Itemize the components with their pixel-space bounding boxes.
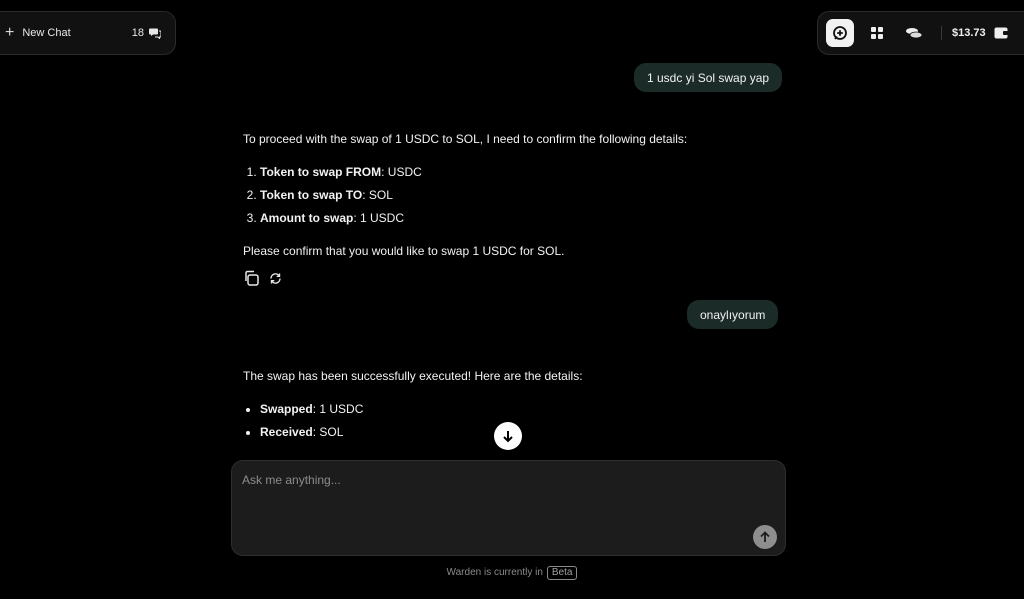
details-list: Token to swap FROM: USDC Token to swap T… bbox=[243, 161, 783, 230]
list-item: Swapped: 1 USDC bbox=[260, 398, 783, 421]
list-item: Token to swap TO: SOL bbox=[260, 184, 783, 207]
footer-note: Warden is currently in Beta bbox=[0, 566, 1024, 580]
coins-icon[interactable] bbox=[900, 19, 928, 47]
arrow-up-icon bbox=[760, 531, 770, 542]
user-message: onaylıyorum bbox=[687, 300, 779, 329]
new-chat-icon[interactable] bbox=[826, 19, 854, 47]
regenerate-icon[interactable] bbox=[269, 272, 282, 285]
send-button[interactable] bbox=[753, 525, 777, 549]
grid-icon[interactable] bbox=[863, 19, 891, 47]
wallet-icon[interactable] bbox=[994, 27, 1008, 39]
top-toolbar: $13.73 bbox=[817, 11, 1024, 55]
copy-icon[interactable] bbox=[243, 270, 260, 287]
message-outro: Please confirm that you would like to sw… bbox=[243, 244, 565, 258]
new-chat-pill: + New Chat 18 bbox=[0, 11, 176, 55]
toolbar-divider bbox=[941, 26, 942, 40]
new-chat-button[interactable]: New Chat bbox=[22, 27, 131, 39]
assistant-message: To proceed with the swap of 1 USDC to SO… bbox=[243, 128, 783, 263]
list-item: Token to swap FROM: USDC bbox=[260, 161, 783, 184]
list-item: Amount to swap: 1 USDC bbox=[260, 207, 783, 230]
chat-count[interactable]: 18 bbox=[132, 27, 144, 39]
message-intro: To proceed with the swap of 1 USDC to SO… bbox=[243, 132, 688, 146]
beta-badge: Beta bbox=[546, 566, 578, 580]
user-message: 1 usdc yi Sol swap yap bbox=[634, 63, 783, 92]
footer-text: Warden is currently in bbox=[446, 567, 543, 578]
message-input[interactable] bbox=[242, 473, 742, 533]
scroll-down-button[interactable] bbox=[494, 422, 522, 450]
chats-icon[interactable] bbox=[149, 27, 161, 39]
arrow-down-icon bbox=[503, 431, 513, 443]
composer bbox=[231, 460, 786, 556]
wallet-balance[interactable]: $13.73 bbox=[952, 27, 986, 39]
message-actions bbox=[243, 270, 291, 287]
message-intro: The swap has been successfully executed!… bbox=[243, 369, 583, 383]
plus-icon[interactable]: + bbox=[5, 25, 14, 41]
